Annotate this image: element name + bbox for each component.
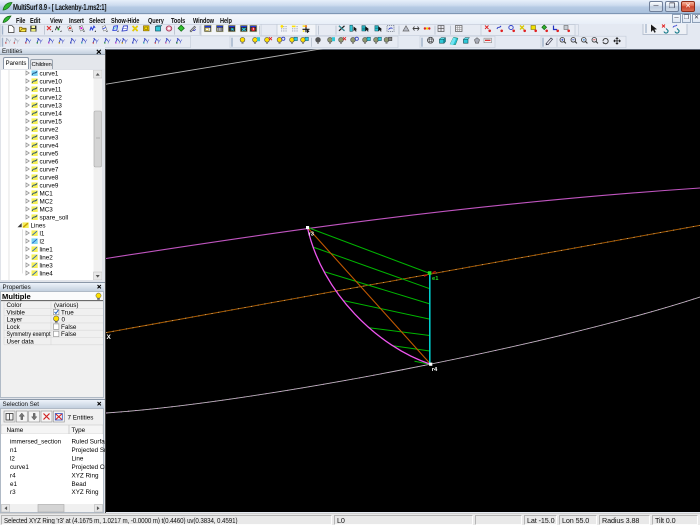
svg-text:Lock: Lock: [7, 324, 21, 331]
svg-text:X: X: [107, 334, 112, 341]
svg-text:Ruled Surfac: Ruled Surfac: [72, 439, 106, 446]
svg-text:curve2: curve2: [40, 126, 59, 133]
svg-text:curve14: curve14: [40, 110, 63, 117]
svg-text:r3: r3: [309, 232, 315, 238]
svg-text:Visible: Visible: [7, 309, 26, 316]
svg-text:e1: e1: [432, 276, 439, 282]
svg-text:l2: l2: [10, 455, 15, 462]
svg-text:Layer: Layer: [7, 317, 23, 324]
svg-text:line2: line2: [40, 254, 54, 261]
svg-text:0: 0: [62, 317, 66, 324]
svg-text:spare_soll: spare_soll: [40, 214, 69, 221]
svg-text:curve5: curve5: [40, 150, 59, 157]
svg-text:r3: r3: [10, 489, 16, 496]
svg-text:Multiple: Multiple: [2, 292, 31, 301]
svg-text:e1: e1: [10, 481, 18, 488]
svg-text:curve15: curve15: [40, 118, 63, 125]
svg-text:line4: line4: [40, 270, 54, 277]
svg-text:False: False: [61, 324, 77, 331]
svg-text:curve3: curve3: [40, 134, 59, 141]
svg-text:Projected Cu: Projected Cu: [72, 464, 106, 471]
svg-text:Lines: Lines: [31, 222, 46, 229]
svg-text:curve11: curve11: [40, 86, 62, 93]
svg-text:Line: Line: [72, 455, 84, 462]
svg-text:line3: line3: [40, 262, 54, 269]
svg-text:MC3: MC3: [40, 206, 54, 213]
svg-text:Symmetry exempt: Symmetry exempt: [7, 331, 51, 338]
svg-text:Color: Color: [7, 302, 22, 309]
svg-text:MC2: MC2: [40, 198, 54, 205]
svg-text:curve7: curve7: [40, 166, 59, 173]
svg-text:curve9: curve9: [40, 182, 59, 189]
svg-text:7 Entities: 7 Entities: [68, 415, 94, 422]
svg-text:Projected Sn: Projected Sn: [72, 447, 106, 454]
svg-text:curve1: curve1: [10, 464, 29, 471]
svg-text:Name: Name: [7, 427, 24, 434]
svg-text:n1: n1: [10, 447, 18, 454]
svg-text:curve12: curve12: [40, 94, 63, 101]
svg-text:immersed_section: immersed_section: [10, 439, 62, 446]
svg-text:curve13: curve13: [40, 102, 63, 109]
svg-text:XYZ Ring: XYZ Ring: [72, 472, 99, 479]
svg-text:curve4: curve4: [40, 142, 59, 149]
svg-text:(various): (various): [54, 302, 79, 309]
svg-text:l1: l1: [40, 230, 45, 237]
svg-text:r4: r4: [10, 472, 16, 479]
svg-text:Bead: Bead: [72, 481, 87, 488]
svg-text:Type: Type: [72, 427, 86, 434]
svg-text:Selection Set: Selection Set: [3, 401, 40, 408]
svg-text:MC1: MC1: [40, 190, 54, 197]
svg-text:curve8: curve8: [40, 174, 59, 181]
svg-text:r4: r4: [432, 367, 438, 373]
svg-text:curve1: curve1: [40, 70, 59, 77]
svg-text:curve6: curve6: [40, 158, 59, 165]
svg-text:curve10: curve10: [40, 78, 63, 85]
svg-text:line1: line1: [40, 246, 54, 253]
svg-text:XYZ Ring: XYZ Ring: [72, 489, 99, 496]
svg-text:l2: l2: [40, 238, 45, 245]
svg-text:True: True: [61, 309, 74, 316]
svg-text:False: False: [61, 331, 77, 338]
svg-text:Properties: Properties: [3, 284, 31, 291]
svg-text:User data: User data: [7, 339, 35, 346]
